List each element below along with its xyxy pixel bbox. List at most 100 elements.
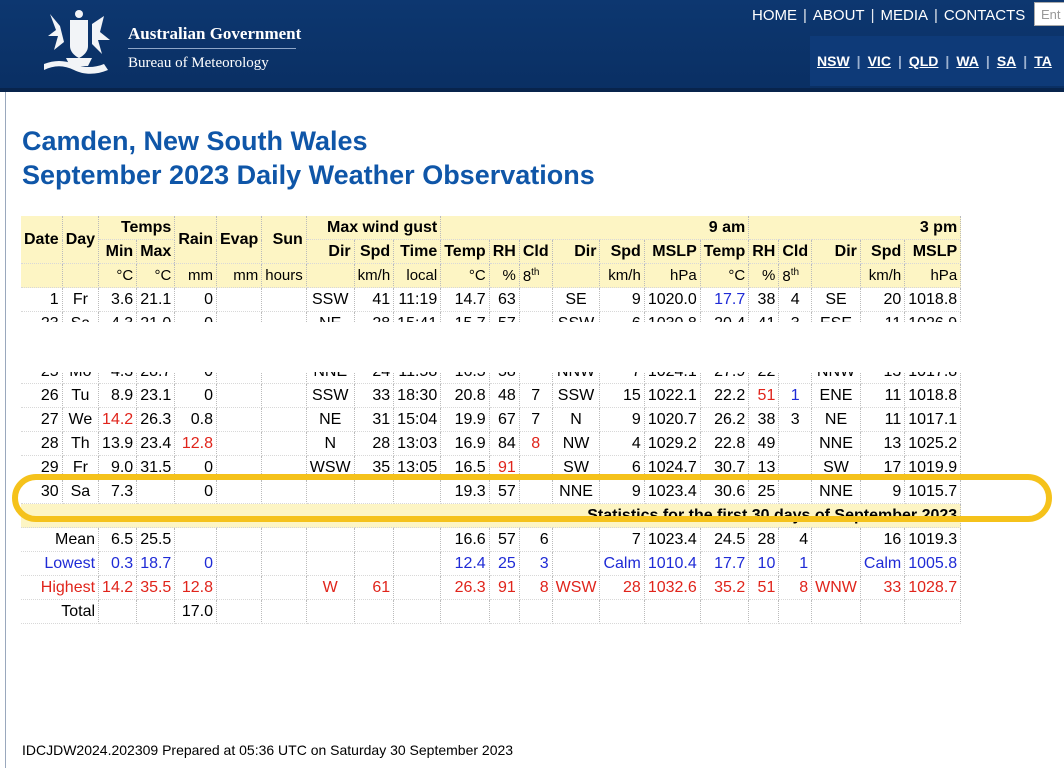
stats-cell-max: 35.5 <box>136 575 176 600</box>
col-9am-rh: RH <box>489 239 520 264</box>
coat-of-arms-icon <box>44 10 110 74</box>
state-link-nsw[interactable]: NSW <box>810 53 857 69</box>
cell-min: 13.9 <box>98 431 138 456</box>
cell-gtime: 15:04 <box>393 407 442 432</box>
stats-row-highest: Highest 14.2 35.5 12.8 W 61 26.3 91 8 WSW 28 1032.6… <box>21 575 962 600</box>
cell-sun <box>261 407 307 432</box>
stats-cell-t3 <box>700 599 750 624</box>
cell-date: 1 <box>21 287 63 312</box>
cell-rain: 0 <box>174 287 217 312</box>
state-link-ta[interactable]: TA <box>1027 53 1059 69</box>
cell-max: 21.1 <box>136 287 176 312</box>
stats-cell-gspd: 61 <box>354 575 395 600</box>
cell-spd9: 9 <box>599 407 645 432</box>
cell-date: 26 <box>21 383 63 408</box>
table-header-row: Min Max Dir Spd Time Temp RH Cld Dir Spd… <box>21 239 962 264</box>
stats-cell-spd3: Calm <box>860 551 906 576</box>
cell-dir9: N <box>552 407 601 432</box>
stats-cell-mslp3 <box>904 599 962 624</box>
nav-media[interactable]: MEDIA <box>875 7 935 24</box>
cell-min: 8.9 <box>98 383 138 408</box>
cell-date: 27 <box>21 407 63 432</box>
group-9am: 9 am <box>440 216 750 240</box>
cell-dir9: SSW <box>552 383 601 408</box>
cell-spd3: 11 <box>860 407 906 432</box>
nav-about[interactable]: ABOUT <box>807 7 871 24</box>
unit-c: °C <box>440 263 490 288</box>
stats-cell-label: Highest <box>21 575 100 600</box>
table-row: 28 Th 13.9 23.4 12.8 N 28 13:03 16.9 84 8 NW 4 1029.2… <box>21 431 962 456</box>
state-link-wa[interactable]: WA <box>949 53 986 69</box>
stats-cell-cld9: 3 <box>519 551 553 576</box>
cell-dir3: NNE <box>811 431 861 456</box>
cell-day: Th <box>62 431 100 456</box>
cell-evap <box>216 287 263 312</box>
observations-table: Date Day Temps Rain Evap Sun Max wind gu… <box>21 216 962 624</box>
col-9am-mslp: MSLP <box>644 239 701 264</box>
stats-cell-t3: 35.2 <box>700 575 750 600</box>
cell-gspd: 28 <box>354 431 395 456</box>
stats-cell-rh9: 91 <box>489 575 520 600</box>
cell-t3: 22.2 <box>700 383 750 408</box>
unit-mm: mm <box>174 263 217 288</box>
cell-rain: 0.8 <box>174 407 217 432</box>
stats-cell-gtime <box>393 575 442 600</box>
cell-rh3: 38 <box>748 287 780 312</box>
unit-kmh: km/h <box>354 263 395 288</box>
stats-cell-label: Lowest <box>21 551 100 576</box>
cell-rh3: 51 <box>748 383 780 408</box>
bureau-name: Bureau of Meteorology <box>128 55 269 71</box>
stats-cell-spd3 <box>860 599 906 624</box>
cell-cld3: 3 <box>778 407 813 432</box>
col-3pm-temp: Temp <box>700 239 750 264</box>
stats-cell-rh9 <box>489 599 520 624</box>
stats-cell-mslp9 <box>644 599 701 624</box>
unit-kmh: km/h <box>860 263 906 288</box>
stats-row-total: Total 17.0 <box>21 599 962 624</box>
stats-cell-cld3: 4 <box>778 527 813 552</box>
stats-cell-sun <box>261 551 307 576</box>
cell-spd9: 4 <box>599 431 645 456</box>
col-day: Day <box>62 216 100 264</box>
col-9am-spd: Spd <box>599 239 645 264</box>
stats-cell-dir9 <box>552 551 601 576</box>
search-input[interactable]: Ent <box>1034 2 1064 26</box>
col-3pm-dir: Dir <box>811 239 861 264</box>
stats-cell-gdir <box>306 599 355 624</box>
state-link-qld[interactable]: QLD <box>902 53 946 69</box>
cell-mslp9: 1022.1 <box>644 383 701 408</box>
cell-evap <box>216 383 263 408</box>
col-rain: Rain <box>174 216 217 264</box>
cell-gtime: 11:19 <box>393 287 442 312</box>
col-max: Max <box>136 239 176 264</box>
unit-hpa: hPa <box>644 263 701 288</box>
cell-rh9: 84 <box>489 431 520 456</box>
cell-t3: 26.2 <box>700 407 750 432</box>
cell-dir3: ENE <box>811 383 861 408</box>
nav-contacts[interactable]: CONTACTS <box>938 7 1031 24</box>
stats-cell-mslp9: 1010.4 <box>644 551 701 576</box>
cell-spd3: 11 <box>860 383 906 408</box>
cell-mslp3: 1025.2 <box>904 431 962 456</box>
cell-spd3: 13 <box>860 431 906 456</box>
stats-cell-gtime <box>393 551 442 576</box>
cell-gdir: N <box>306 431 355 456</box>
cell-gdir: SSW <box>306 287 355 312</box>
state-link-vic[interactable]: VIC <box>861 53 898 69</box>
cell-spd3: 20 <box>860 287 906 312</box>
cell-dir3: NE <box>811 407 861 432</box>
cell-sun <box>261 383 307 408</box>
stats-cell-mslp9: 1023.4 <box>644 527 701 552</box>
stats-cell-dir9: WSW <box>552 575 601 600</box>
stats-cell-rh3: 28 <box>748 527 780 552</box>
stats-cell-sun <box>261 575 307 600</box>
nav-home[interactable]: HOME <box>746 7 803 24</box>
cell-mslp3: 1017.1 <box>904 407 962 432</box>
col-9am-dir: Dir <box>552 239 601 264</box>
col-evap: Evap <box>216 216 263 264</box>
unit-mm: mm <box>216 263 263 288</box>
cell-gdir: NE <box>306 407 355 432</box>
stats-cell-cld9: 8 <box>519 575 553 600</box>
cell-t3: 17.7 <box>700 287 750 312</box>
state-link-sa[interactable]: SA <box>990 53 1023 69</box>
